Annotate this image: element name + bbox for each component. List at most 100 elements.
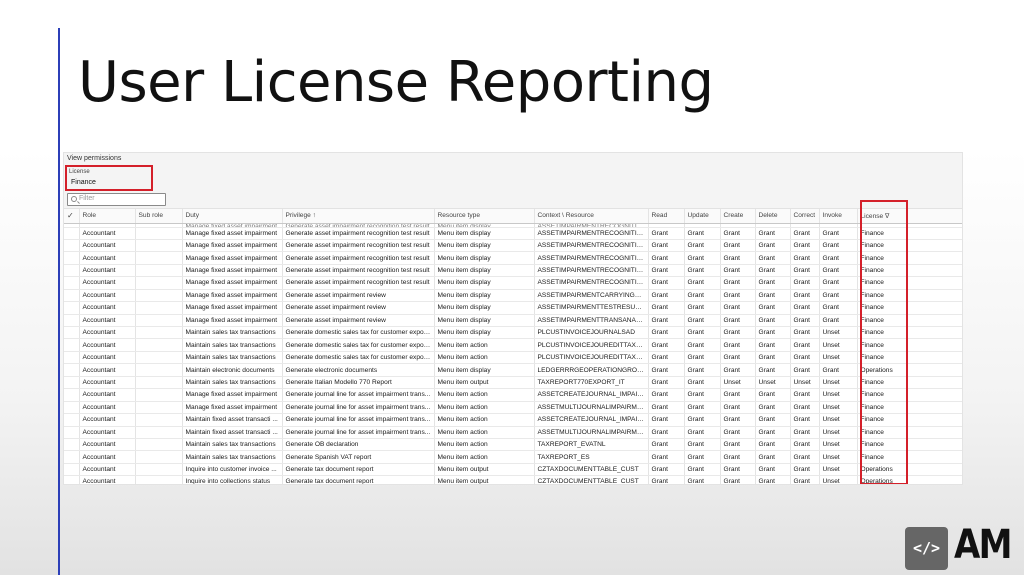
duty-cell: Manage fixed asset impairment [182,301,283,315]
row-select-cell[interactable] [64,450,80,464]
read-cell: Grant [648,289,685,303]
table-row[interactable]: Accountant Manage fixed asset impairment G… [64,401,962,415]
invoke-cell: Unset [819,338,858,352]
row-select-cell[interactable] [64,289,80,303]
privilege-cell: Generate journal line for asset impairme… [282,413,435,427]
resource-cell: TAXREPORT_ES [534,450,649,464]
table-row[interactable]: Accountant Manage fixed asset impairment G… [64,251,962,265]
create-cell: Grant [720,264,756,278]
table-row[interactable]: Accountant Manage fixed asset impairment G… [64,388,962,402]
role-cell: Accountant [79,450,136,464]
correct-cell: Grant [790,450,820,464]
row-select-cell[interactable] [64,463,80,477]
update-cell: Grant [684,326,721,340]
update-cell: Grant [684,264,721,278]
row-select-cell[interactable] [64,239,80,253]
role-cell: Accountant [79,314,136,328]
row-select-cell[interactable] [64,301,80,315]
sub-role-cell [135,227,183,240]
license-field-value[interactable]: Finance [71,179,96,186]
create-cell: Grant [720,227,756,240]
invoke-cell: Unset [819,376,858,390]
row-select-cell[interactable] [64,251,80,265]
table-row[interactable]: Accountant Manage fixed asset impairment G… [64,289,962,303]
role-cell: Accountant [79,289,136,303]
license-field-label: License [69,169,90,175]
table-row[interactable]: Accountant Inquire into collections statu… [64,475,962,484]
column-header[interactable]: Correct [790,209,820,224]
resource-type-cell: Menu item action [434,450,535,464]
select-all-header[interactable]: ✓ [64,209,80,224]
table-row[interactable]: Accountant Manage fixed asset impairment G… [64,314,962,328]
create-cell: Grant [720,426,756,439]
update-cell: Grant [684,351,721,365]
table-row[interactable]: Accountant Maintain sales tax transaction… [64,351,962,365]
filter-placeholder: Filter [79,195,95,202]
privilege-cell: Generate tax document report [282,463,435,477]
column-header[interactable]: Create [720,209,756,224]
column-header[interactable]: Resource type [434,209,535,224]
privilege-cell: Generate asset impairment review [282,314,435,328]
delete-cell: Grant [755,251,791,265]
table-row[interactable]: Accountant Manage fixed asset impairment G… [64,301,962,315]
table-row[interactable]: Accountant Inquire into customer invoice … [64,463,962,477]
row-select-cell[interactable] [64,401,80,415]
duty-cell: Inquire into customer invoice ... [182,463,283,477]
row-select-cell[interactable] [64,351,80,365]
license-cell: Finance [857,338,962,352]
delete-cell: Grant [755,475,791,484]
resource-type-cell: Menu item display [434,314,535,328]
sub-role-cell [135,314,183,328]
row-select-cell[interactable] [64,363,80,377]
license-field[interactable]: License Finance [65,165,153,191]
row-select-cell[interactable] [64,338,80,352]
row-select-cell[interactable] [64,227,80,240]
column-header[interactable]: Context \ Resource [534,209,649,224]
table-row[interactable]: Accountant Maintain fixed asset transacti… [64,413,962,427]
row-select-cell[interactable] [64,314,80,328]
column-header[interactable]: Update [684,209,721,224]
column-header[interactable]: Delete [755,209,791,224]
delete-cell: Grant [755,438,791,452]
read-cell: Grant [648,351,685,365]
duty-cell: Manage fixed asset impairment [182,289,283,303]
row-select-cell[interactable] [64,388,80,402]
table-row[interactable]: Accountant Manage fixed asset impairment G… [64,239,962,253]
row-select-cell[interactable] [64,276,80,290]
slide-title: User License Reporting [78,50,714,115]
correct-cell: Grant [790,351,820,365]
table-row[interactable]: Accountant Manage fixed asset impairment G… [64,276,962,290]
row-select-cell[interactable] [64,438,80,452]
row-select-cell[interactable] [64,426,80,439]
table-row[interactable]: Accountant Manage fixed asset impairment G… [64,264,962,278]
table-row[interactable]: Accountant Maintain fixed asset transacti… [64,426,962,439]
column-header-filtered[interactable]: License ∇ [857,209,962,224]
row-select-cell[interactable] [64,376,80,390]
correct-cell: Grant [790,264,820,278]
column-header[interactable]: Invoke [819,209,858,224]
row-select-cell[interactable] [64,326,80,340]
permissions-grid: ✓ Role Sub role Duty Privilege ↑ Resourc… [64,209,962,484]
column-header[interactable]: Read [648,209,685,224]
column-header-sorted[interactable]: Privilege ↑ [282,209,435,224]
table-row[interactable]: Accountant Manage fixed asset impairment G… [64,227,962,240]
table-row[interactable]: Accountant Maintain sales tax transaction… [64,450,962,464]
table-row[interactable]: Accountant Maintain sales tax transaction… [64,376,962,390]
license-cell: Finance [857,450,962,464]
table-row[interactable]: Accountant Maintain sales tax transaction… [64,326,962,340]
table-row[interactable]: Accountant Maintain electronic documents G… [64,363,962,377]
column-header[interactable]: Duty [182,209,283,224]
privilege-cell: Generate Spanish VAT report [282,450,435,464]
column-header[interactable]: Sub role [135,209,183,224]
table-row[interactable]: Accountant Maintain sales tax transaction… [64,338,962,352]
row-select-cell[interactable] [64,264,80,278]
filter-input[interactable]: Filter [67,193,166,206]
row-select-cell[interactable] [64,475,80,484]
row-select-cell[interactable] [64,413,80,427]
table-row[interactable]: Accountant Maintain sales tax transaction… [64,438,962,452]
delete-cell: Grant [755,289,791,303]
read-cell: Grant [648,450,685,464]
duty-cell: Maintain sales tax transactions [182,450,283,464]
column-header[interactable]: Role [79,209,136,224]
duty-cell: Manage fixed asset impairment [182,223,283,228]
